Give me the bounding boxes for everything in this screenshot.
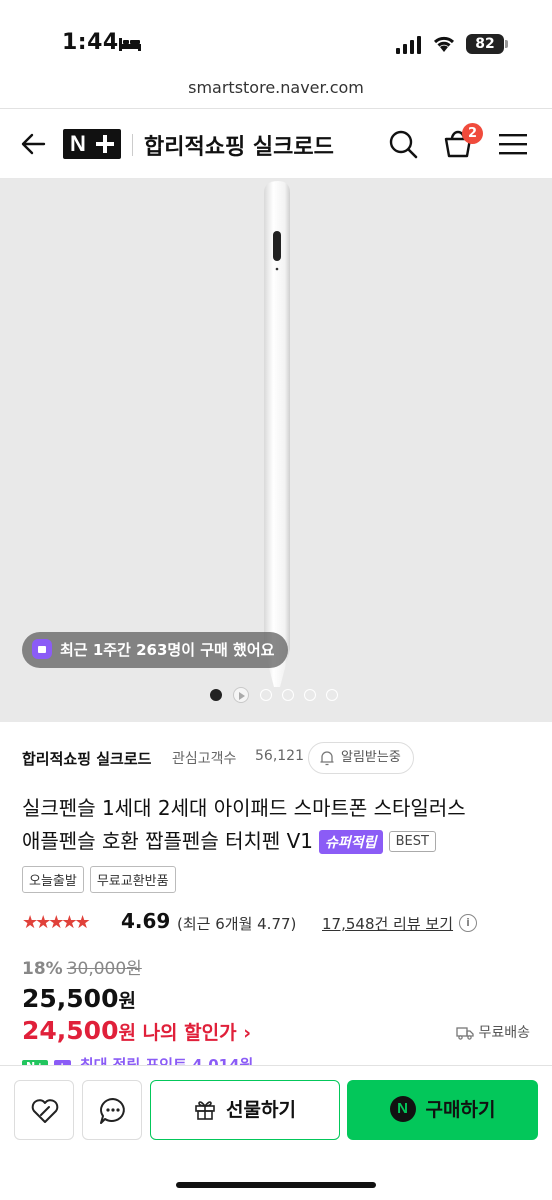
product-image-gallery[interactable]: 최근 1주간 263명이 구매 했어요	[0, 179, 552, 722]
shipping-info: 무료배송	[456, 1022, 530, 1042]
super-points-badge: 슈퍼적립	[319, 829, 383, 854]
recent-purchase-toast: 최근 1주간 263명이 구매 했어요	[22, 632, 289, 668]
shipping-label: 무료배송	[478, 1025, 530, 1041]
sale-price-row: 25,500원	[22, 984, 136, 1018]
review-link[interactable]: 17,548건 리뷰 보기	[322, 913, 453, 934]
discount-row: 18% 30,000원	[22, 954, 142, 980]
bell-icon	[320, 751, 334, 766]
naver-pay-icon: N	[389, 1095, 416, 1122]
wifi-icon	[433, 36, 455, 52]
product-tags: 오늘출발 무료교환반품	[22, 866, 182, 893]
video-play-icon[interactable]	[233, 687, 249, 703]
interest-count: 56,121	[255, 748, 304, 764]
url-bar[interactable]: smartstore.naver.com	[0, 72, 552, 108]
talk-talk-button[interactable]	[82, 1080, 142, 1140]
toast-text: 최근 1주간 263명이 구매 했어요	[60, 641, 275, 659]
product-title-line2-row: 애플펜슬 호환 짭플펜슬 터치펜 V1 슈퍼적립 BEST	[22, 825, 436, 858]
gallery-dot[interactable]	[210, 689, 222, 701]
best-badge: BEST	[388, 831, 436, 852]
notification-label: 알림받는중	[341, 750, 401, 765]
my-price-value: 24,500	[22, 1016, 119, 1045]
shopping-bag-icon	[32, 638, 52, 659]
rating-row: ★★★★★ 4.69 (최근 6개월 4.77) 17,548건 리뷰 보기 i	[22, 908, 542, 938]
battery-indicator: 82	[466, 34, 504, 54]
product-title-line2: 애플펜슬 호환 짭플펜슬 터치펜 V1	[22, 829, 314, 853]
back-arrow-icon[interactable]	[20, 131, 46, 157]
discount-rate: 18%	[22, 959, 63, 979]
truck-icon	[456, 1027, 475, 1040]
gift-button[interactable]: 선물하기	[150, 1080, 340, 1140]
bottom-action-bar: 선물하기 N 구매하기	[0, 1065, 552, 1200]
my-price-label: 원 나의 할인가 ›	[118, 1022, 252, 1044]
gift-label: 선물하기	[226, 1099, 296, 1121]
my-discount-price[interactable]: 24,500원 나의 할인가 ›	[22, 1016, 251, 1050]
wishlist-button[interactable]	[14, 1080, 74, 1140]
sleep-mode-icon	[119, 38, 141, 51]
hamburger-menu-icon[interactable]	[499, 133, 527, 155]
star-rating-icon: ★★★★★	[22, 912, 91, 933]
sale-price: 25,500	[22, 984, 119, 1013]
header-separator	[132, 134, 133, 156]
logo-n: N	[70, 131, 86, 156]
heart-icon	[31, 1099, 59, 1123]
buy-label: 구매하기	[425, 1099, 496, 1121]
recent-rating: (최근 6개월 4.77)	[177, 915, 297, 933]
naver-plus-logo[interactable]: N	[63, 129, 121, 159]
seller-name[interactable]: 합리적쇼핑 실크로드	[22, 748, 151, 769]
search-icon[interactable]	[388, 129, 418, 159]
chat-bubble-icon	[100, 1098, 125, 1124]
app-header: N 합리적쇼핑 실크로드 2	[0, 109, 552, 179]
plus-icon	[96, 135, 114, 153]
gallery-dot[interactable]	[260, 689, 272, 701]
price-unit: 원	[118, 990, 136, 1012]
seller-row: 합리적쇼핑 실크로드 관심고객수 56,121 알림받는중	[22, 742, 532, 776]
info-icon[interactable]: i	[459, 914, 477, 932]
gallery-dot[interactable]	[282, 689, 294, 701]
gallery-dot[interactable]	[326, 689, 338, 701]
interest-label: 관심고객수	[172, 751, 237, 767]
tag-today-ship: 오늘출발	[22, 866, 84, 893]
status-time: 1:44	[62, 30, 119, 55]
buy-button[interactable]: N 구매하기	[347, 1080, 538, 1140]
home-indicator[interactable]	[176, 1182, 376, 1188]
original-price: 30,000원	[66, 959, 142, 979]
battery-cap	[505, 40, 508, 48]
rating-value: 4.69	[121, 909, 171, 933]
store-name[interactable]: 합리적쇼핑 실크로드	[144, 129, 334, 161]
signal-icon	[396, 36, 421, 54]
notification-button[interactable]: 알림받는중	[308, 742, 414, 774]
cart-count-badge: 2	[462, 123, 483, 144]
tag-free-return: 무료교환반품	[89, 866, 176, 893]
gallery-dot[interactable]	[304, 689, 316, 701]
status-bar: 1:44 82	[0, 0, 552, 72]
gift-icon	[195, 1100, 215, 1120]
product-title-line1: 실크펜슬 1세대 2세대 아이패드 스마트폰 스타일러스	[22, 796, 466, 820]
stylus-product-image	[264, 181, 290, 687]
